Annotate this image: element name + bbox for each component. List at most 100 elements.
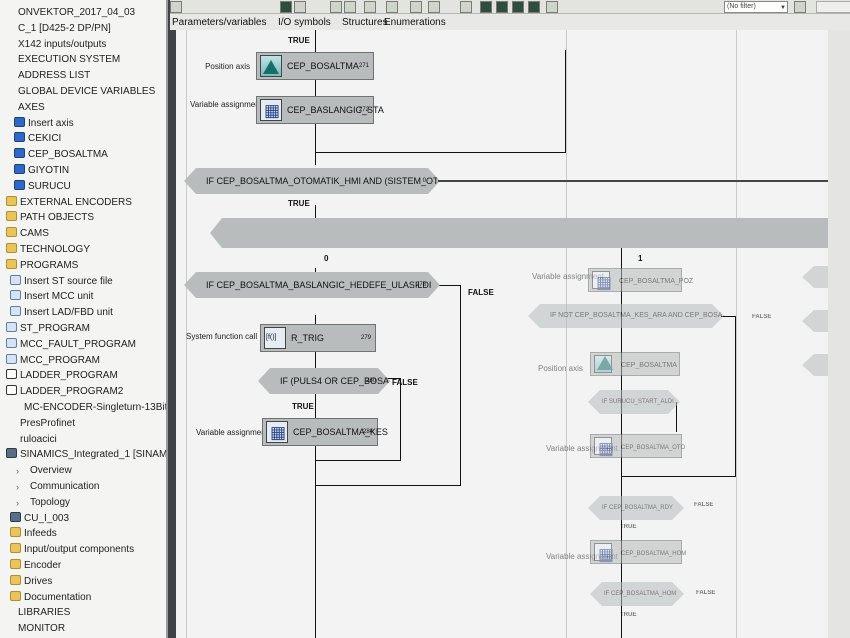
- if-condition-block[interactable]: IF CEP_BOSALTMA_OTOMATIK_HMI AND (SISTEM…: [184, 168, 440, 194]
- tree-item[interactable]: GLOBAL DEVICE VARIABLES: [4, 85, 155, 99]
- toolbar-button[interactable]: [330, 1, 342, 13]
- tree-item[interactable]: › Topology: [16, 496, 70, 510]
- variable-assignment-block[interactable]: CEP_BOSALTMA_POZ: [588, 268, 693, 296]
- tree-item-label: Infeeds: [24, 528, 57, 540]
- toolbar-button[interactable]: [480, 1, 492, 13]
- block-type-label: System function call: [186, 332, 258, 341]
- condition-text: IF CEP_BOSALTMA_BASLANGIC_HEDEFE_ULASILD…: [206, 280, 432, 290]
- tree-item[interactable]: Infeeds: [10, 527, 57, 541]
- tree-item[interactable]: CEP_BOSALTMA: [14, 148, 108, 162]
- toolbar-button[interactable]: [410, 1, 422, 13]
- toolbar-button[interactable]: [460, 1, 472, 13]
- position-axis-block[interactable]: CEP_BOSALTMA 271: [256, 52, 374, 80]
- toolbar-button[interactable]: [512, 1, 524, 13]
- if-condition-block[interactable]: IF CEP_BOSALTMA_BASLANGIC_HEDEFE_ULASILD…: [184, 272, 440, 298]
- tree-item[interactable]: MONITOR: [4, 622, 65, 636]
- tree-item[interactable]: Input/output components: [10, 543, 134, 557]
- tree-item[interactable]: Documentation: [10, 590, 91, 605]
- filter-select[interactable]: (No filter) ▼: [724, 1, 788, 13]
- block-text: R_TRIG: [291, 333, 325, 343]
- tree-item[interactable]: TECHNOLOGY: [6, 243, 90, 257]
- tree-item[interactable]: MC-ENCODER-Singleturn-13Bit: [10, 401, 166, 415]
- tree-item[interactable]: ONVEKTOR_2017_04_03: [4, 6, 135, 20]
- tab-enumerations[interactable]: Enumerations: [384, 16, 446, 29]
- tree-item[interactable]: EXTERNAL ENCODERS: [6, 195, 132, 210]
- variable-assignment-block[interactable]: CEP_BOSALTMA_KES 284: [262, 418, 388, 446]
- tree-item[interactable]: PATH OBJECTS: [6, 211, 94, 225]
- tree-item[interactable]: MCC_PROGRAM: [6, 353, 100, 368]
- toolbar-button[interactable]: [344, 1, 356, 13]
- tree-item[interactable]: PROGRAMS: [6, 258, 78, 273]
- tree-item[interactable]: Insert axis: [14, 116, 74, 131]
- variable-assignment-block[interactable]: CEP_BOSALTMA_HOM: [590, 540, 686, 568]
- tree-item[interactable]: X142 inputs/outputs: [4, 38, 106, 52]
- tree-item[interactable]: AXES: [4, 101, 45, 115]
- blank-icon: [10, 401, 21, 411]
- tree-item[interactable]: › Communication: [16, 480, 99, 494]
- if-condition-block[interactable]: IF CEP_BOSALTMA_HOM: [590, 582, 684, 606]
- tree-item[interactable]: SINAMICS_Integrated_1 [SINAMICS: [6, 448, 166, 462]
- tab-io-symbols[interactable]: I/O symbols: [278, 16, 331, 29]
- case-block[interactable]: [210, 218, 850, 248]
- program-icon: [10, 306, 21, 317]
- toolbar-button[interactable]: [364, 1, 376, 13]
- toolbar-button[interactable]: [280, 1, 292, 13]
- if-condition-block[interactable]: IF NOT CEP_BOSALTMA_KES_ARA AND CEP_BOSA…: [528, 304, 724, 328]
- tree-item[interactable]: GIYOTIN: [14, 164, 69, 178]
- true-label: TRUE: [620, 612, 637, 618]
- toolbar-button[interactable]: [386, 1, 398, 13]
- tab-structures[interactable]: Structures: [342, 16, 388, 29]
- tree-item[interactable]: LIBRARIES: [4, 606, 70, 620]
- tree-item[interactable]: MCC_FAULT_PROGRAM: [6, 337, 136, 352]
- system-function-call-block[interactable]: R_TRIG 279: [260, 324, 376, 352]
- tree-item[interactable]: EXECUTION SYSTEM: [4, 53, 120, 67]
- position-axis-block[interactable]: CEP_BOSALTMA: [590, 352, 680, 376]
- tree-item[interactable]: ST_PROGRAM: [6, 322, 90, 336]
- tree-item[interactable]: PresProfinet: [6, 417, 75, 431]
- tree-item[interactable]: CAMS: [6, 227, 49, 241]
- tree-item[interactable]: CU_I_003: [10, 511, 69, 526]
- block-type-label: Variable assignment: [190, 100, 262, 109]
- toolbar-button[interactable]: [170, 1, 182, 13]
- calculator-icon: [592, 270, 612, 296]
- tree-item[interactable]: Drives: [10, 574, 52, 589]
- tree-item[interactable]: › Overview: [16, 464, 72, 478]
- tree-item[interactable]: Insert LAD/FBD unit: [10, 306, 113, 320]
- toolbar-button[interactable]: [528, 1, 540, 13]
- variable-assignment-block[interactable]: CEP_BOSALTMA_OTO: [590, 434, 685, 462]
- if-condition-block[interactable]: IF (PULS4 OR CEP_BOSAL 280: [258, 368, 390, 394]
- calculator-icon: [594, 436, 614, 462]
- toolbar-button[interactable]: [546, 1, 558, 13]
- secondary-select[interactable]: [816, 1, 850, 13]
- tree-item-label: EXTERNAL ENCODERS: [20, 196, 132, 208]
- blank-icon: [6, 433, 17, 443]
- tree-item-label: ADDRESS LIST: [18, 70, 91, 82]
- tree-item[interactable]: SURUCU: [14, 179, 71, 194]
- toolbar-button[interactable]: [428, 1, 440, 13]
- block-number: 284: [362, 429, 373, 435]
- tab-parameters-variables[interactable]: Parameters/variables: [172, 16, 266, 29]
- tree-item[interactable]: C_1 [D425-2 DP/PN]: [4, 22, 111, 36]
- tree-item[interactable]: ADDRESS LIST: [4, 69, 90, 83]
- tree-item[interactable]: Encoder: [10, 559, 61, 573]
- blank-icon: [4, 101, 15, 111]
- tree-item[interactable]: CEKICI: [14, 132, 61, 146]
- chevron-right-icon: ›: [16, 466, 19, 477]
- blank-icon: [4, 622, 15, 632]
- if-condition-block[interactable]: IF CEP_BOSALTMA_RDY: [588, 496, 684, 520]
- tree-item[interactable]: Insert MCC unit: [10, 290, 93, 304]
- chevron-right-icon: ›: [16, 497, 19, 508]
- if-condition-block[interactable]: IF SURUCU_START_ALDI: [588, 390, 680, 414]
- toolbar-button[interactable]: [496, 1, 508, 13]
- vertical-scrollbar[interactable]: [828, 30, 850, 638]
- tree-item[interactable]: LADDER_PROGRAM: [6, 369, 118, 383]
- tree-item[interactable]: LADDER_PROGRAM2: [6, 385, 123, 399]
- variable-assignment-block[interactable]: CEP_BASLANGIC_STA 272: [256, 96, 384, 124]
- program-icon: [6, 353, 17, 364]
- tree-item-label: LIBRARIES: [18, 607, 71, 619]
- tree-item[interactable]: Insert ST source file: [10, 274, 113, 289]
- toolbar-button[interactable]: [294, 1, 306, 13]
- folder-icon: [10, 574, 21, 585]
- tree-item[interactable]: ruloacici: [6, 433, 57, 447]
- toolbar-button[interactable]: [794, 1, 806, 13]
